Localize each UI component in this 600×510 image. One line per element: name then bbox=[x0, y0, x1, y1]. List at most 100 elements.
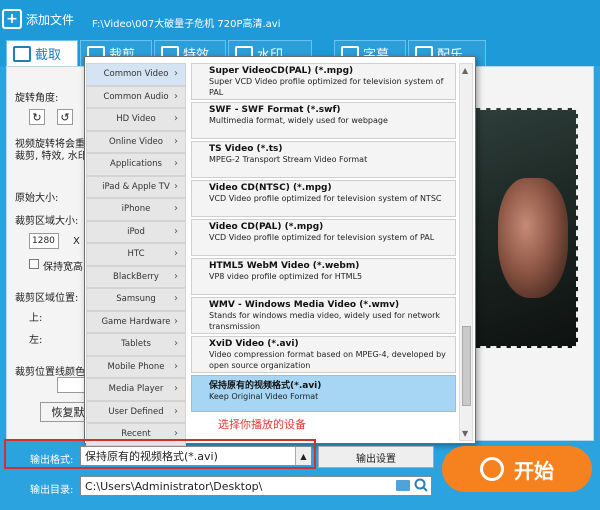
chevron-right-icon: › bbox=[174, 360, 178, 372]
keep-ratio-checkbox[interactable] bbox=[29, 259, 39, 269]
format-title: XviD Video (*.avi) bbox=[209, 339, 299, 349]
chevron-right-icon: › bbox=[174, 428, 178, 439]
category-item[interactable]: BlackBerry › bbox=[86, 265, 186, 288]
format-title: Video CD(NTSC) (*.mpg) bbox=[209, 183, 332, 193]
category-label: HTC bbox=[127, 249, 145, 260]
category-item[interactable]: Common Audio › bbox=[86, 85, 186, 108]
format-title: Video CD(PAL) (*.mpg) bbox=[209, 222, 324, 232]
crop-region-outline[interactable] bbox=[470, 108, 578, 348]
category-item[interactable]: Applications › bbox=[86, 153, 186, 176]
original-size-label: 原始大小: bbox=[15, 193, 59, 204]
category-list: Common Video › Common Audio › HD Video › On… bbox=[86, 63, 188, 446]
chevron-right-icon: › bbox=[174, 293, 178, 304]
category-item[interactable]: iPhone › bbox=[86, 198, 186, 221]
category-item[interactable]: User Defined › bbox=[86, 400, 186, 423]
format-dropdown: Common Video › Common Audio › HD Video › On… bbox=[84, 56, 476, 446]
category-item[interactable]: Samsung › bbox=[86, 288, 186, 311]
format-item[interactable]: Super VideoCD(PAL) (*.mpg) Super VCD Vid… bbox=[191, 63, 456, 100]
add-file-button[interactable]: + 添加文件 bbox=[2, 5, 88, 33]
category-label: iPad & Apple TV bbox=[102, 181, 170, 192]
chevron-right-icon: › bbox=[174, 315, 178, 327]
chevron-right-icon: › bbox=[174, 405, 178, 417]
rotate-left-button[interactable]: ↺ bbox=[57, 109, 73, 125]
chevron-right-icon: › bbox=[174, 90, 178, 102]
format-list-scrollbar[interactable]: ▲ ▼ bbox=[459, 63, 473, 441]
format-item[interactable]: Video CD(PAL) (*.mpg) VCD Video profile … bbox=[191, 219, 456, 256]
tab-label: 截取 bbox=[35, 48, 62, 63]
category-item[interactable]: Mobile Phone › bbox=[86, 355, 186, 378]
format-item[interactable]: TS Video (*.ts) MPEG-2 Transport Stream … bbox=[191, 141, 456, 178]
category-item[interactable]: iPod › bbox=[86, 220, 186, 243]
times-sign: X bbox=[73, 236, 80, 247]
category-item[interactable]: iPad & Apple TV › bbox=[86, 175, 186, 198]
chevron-right-icon: › bbox=[174, 383, 178, 394]
category-label: Common Video bbox=[103, 69, 169, 80]
scroll-down-icon[interactable]: ▼ bbox=[462, 429, 468, 438]
video-preview bbox=[470, 108, 578, 348]
crop-position-label: 裁剪区域位置: bbox=[15, 293, 79, 304]
rotate-right-icon: ↻ bbox=[32, 110, 42, 124]
chevron-right-icon: › bbox=[174, 158, 178, 169]
format-item[interactable]: WMV - Windows Media Video (*.wmv) Stands… bbox=[191, 297, 456, 334]
format-item[interactable]: SWF - SWF Format (*.swf) Multimedia form… bbox=[191, 102, 456, 139]
format-desc: VCD Video profile optimized for televisi… bbox=[209, 194, 442, 203]
category-item[interactable]: Common Video › bbox=[86, 63, 186, 86]
category-item[interactable]: HD Video › bbox=[86, 108, 186, 131]
format-desc: VP8 video profile optimized for HTML5 bbox=[209, 272, 363, 281]
chevron-right-icon: › bbox=[174, 203, 178, 214]
start-button[interactable]: 开始 bbox=[442, 446, 592, 492]
format-item[interactable]: HTML5 WebM Video (*.webm) VP8 video prof… bbox=[191, 258, 456, 295]
chevron-right-icon: › bbox=[174, 225, 178, 237]
top-bar bbox=[0, 0, 600, 38]
rotate-right-button[interactable]: ↻ bbox=[29, 109, 45, 125]
format-title: SWF - SWF Format (*.swf) bbox=[209, 105, 341, 115]
chevron-right-icon: › bbox=[174, 180, 178, 192]
keep-ratio-label: 保持宽高 bbox=[43, 262, 83, 273]
top-label: 上: bbox=[29, 313, 43, 324]
folder-icon[interactable] bbox=[396, 480, 410, 491]
scroll-up-icon[interactable]: ▲ bbox=[462, 66, 468, 75]
format-title: Super VideoCD(PAL) (*.mpg) bbox=[209, 66, 354, 76]
scroll-thumb[interactable] bbox=[462, 326, 471, 406]
format-desc: Multimedia format, widely used for webpa… bbox=[209, 116, 388, 125]
category-item[interactable]: Media Player › bbox=[86, 378, 186, 401]
format-desc: Video compression format based on MPEG-4… bbox=[209, 350, 446, 370]
format-item[interactable]: XviD Video (*.avi) Video compression for… bbox=[191, 336, 456, 373]
file-path: F:\Video\007大破量子危机 720P高清.avi bbox=[92, 19, 281, 30]
output-settings-button[interactable]: 输出设置 bbox=[318, 446, 434, 468]
category-item[interactable]: Online Video › bbox=[86, 130, 186, 153]
category-label: Online Video bbox=[109, 136, 163, 147]
format-title: HTML5 WebM Video (*.webm) bbox=[209, 261, 360, 271]
format-desc: VCD Video profile optimized for televisi… bbox=[209, 233, 435, 242]
chevron-right-icon: › bbox=[174, 135, 178, 147]
format-item-selected[interactable]: 保持原有的视频格式(*.avi) Keep Original Video For… bbox=[191, 375, 456, 412]
refresh-icon bbox=[480, 457, 504, 481]
chevron-right-icon: › bbox=[174, 270, 178, 282]
annotation-highlight bbox=[4, 439, 316, 469]
format-item[interactable]: Video CD(NTSC) (*.mpg) VCD Video profile… bbox=[191, 180, 456, 217]
crop-border-color-swatch[interactable] bbox=[57, 377, 87, 393]
category-label: Tablets bbox=[121, 339, 151, 350]
tab-trim[interactable]: 截取 bbox=[6, 40, 78, 66]
category-item[interactable]: Game Hardware › bbox=[86, 310, 186, 333]
category-item[interactable]: HTC › bbox=[86, 243, 186, 266]
chevron-right-icon: › bbox=[174, 113, 178, 124]
format-desc: Stands for windows media video, widely u… bbox=[209, 311, 441, 331]
plus-icon: + bbox=[2, 9, 22, 29]
rotate-left-icon: ↺ bbox=[60, 110, 70, 124]
category-label: Applications bbox=[110, 159, 162, 170]
format-title: 保持原有的视频格式(*.avi) bbox=[209, 381, 322, 391]
left-label: 左: bbox=[29, 335, 43, 346]
category-label: HD Video bbox=[116, 114, 156, 125]
format-title: TS Video (*.ts) bbox=[209, 144, 283, 154]
search-icon[interactable] bbox=[414, 478, 428, 492]
format-desc: Keep Original Video Format bbox=[209, 392, 319, 401]
rotate-label: 旋转角度: bbox=[15, 93, 59, 104]
output-dir-input[interactable]: C:\Users\Administrator\Desktop\ bbox=[80, 476, 432, 496]
format-desc: Super VCD Video profile optimized for te… bbox=[209, 77, 444, 97]
crop-size-label: 裁剪区域大小: bbox=[15, 216, 79, 227]
crop-width-input[interactable]: 1280 bbox=[29, 233, 59, 249]
add-file-label: 添加文件 bbox=[26, 12, 75, 27]
category-label: iPod bbox=[127, 226, 145, 237]
category-item[interactable]: Tablets › bbox=[86, 333, 186, 356]
